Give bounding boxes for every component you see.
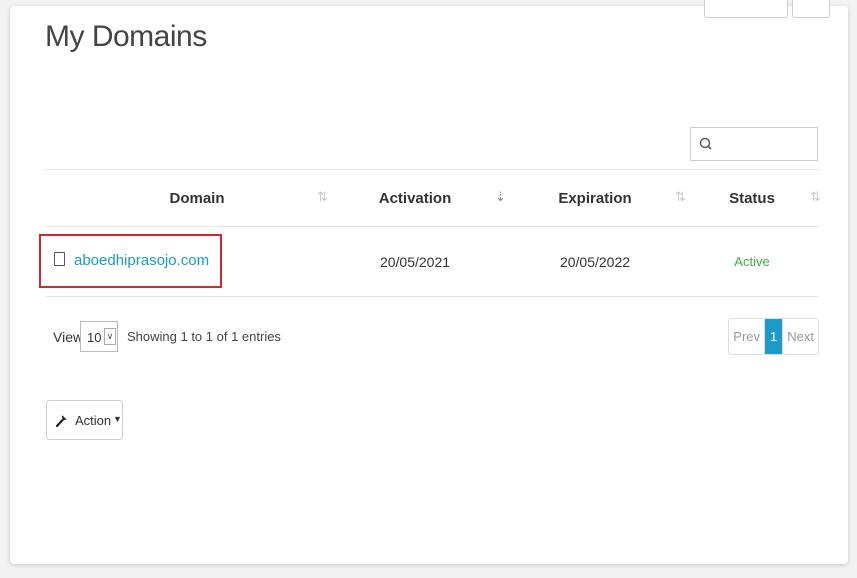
column-header-domain[interactable]: Domain [45,170,349,228]
column-header-status[interactable]: Status [715,170,789,228]
wrench-icon [55,415,67,427]
chevron-down-icon: ∨ [104,328,116,345]
prev-button[interactable]: Prev [729,319,766,354]
page-size-value: 10 [87,330,102,345]
activation-date: 20/05/2021 [379,254,451,270]
view-label: View [53,329,84,345]
search-box[interactable] [690,127,818,161]
top-toolbar-button-small[interactable] [792,0,830,18]
table-footer: View 10 ∨ Showing 1 to 1 of 1 entries Pr… [45,318,819,358]
caret-down-icon: ▼ [113,414,122,424]
top-toolbar-button[interactable] [704,0,788,18]
sort-desc-icon[interactable]: ⇣ [495,190,506,204]
expiration-date: 20/05/2022 [559,254,631,270]
sort-icon[interactable]: ⇅ [675,190,686,204]
table-header-row: Domain ⇅ Activation ⇣ Expiration ⇅ Statu… [45,169,821,228]
page-button-current[interactable]: 1 [765,319,784,354]
action-dropdown-button[interactable]: Action ▼ [46,400,123,440]
table-row: aboedhiprasojo.com 20/05/2021 20/05/2022… [39,227,819,297]
domain-link[interactable]: aboedhiprasojo.com [74,236,209,286]
domain-cell-highlight: aboedhiprasojo.com [39,234,222,288]
sort-icon[interactable]: ⇅ [810,190,821,204]
domains-table: Domain ⇅ Activation ⇣ Expiration ⇅ Statu… [39,169,821,297]
main-panel: My Domains Domain ⇅ Activation ⇣ Expirat… [10,0,848,564]
page-title: My Domains [45,20,207,53]
column-header-activation[interactable]: Activation [361,170,469,228]
action-label: Action [75,413,112,428]
status-badge: Active [734,254,770,269]
search-input[interactable] [717,132,813,156]
page-size-select[interactable]: 10 ∨ [80,321,118,352]
column-header-expiration[interactable]: Expiration [539,170,651,228]
entries-info: Showing 1 to 1 of 1 entries [127,329,281,344]
search-icon [699,137,712,150]
pagination: Prev 1 Next [728,318,819,355]
sort-icon[interactable]: ⇅ [317,190,328,204]
next-button[interactable]: Next [783,319,818,354]
row-checkbox[interactable] [54,252,65,266]
